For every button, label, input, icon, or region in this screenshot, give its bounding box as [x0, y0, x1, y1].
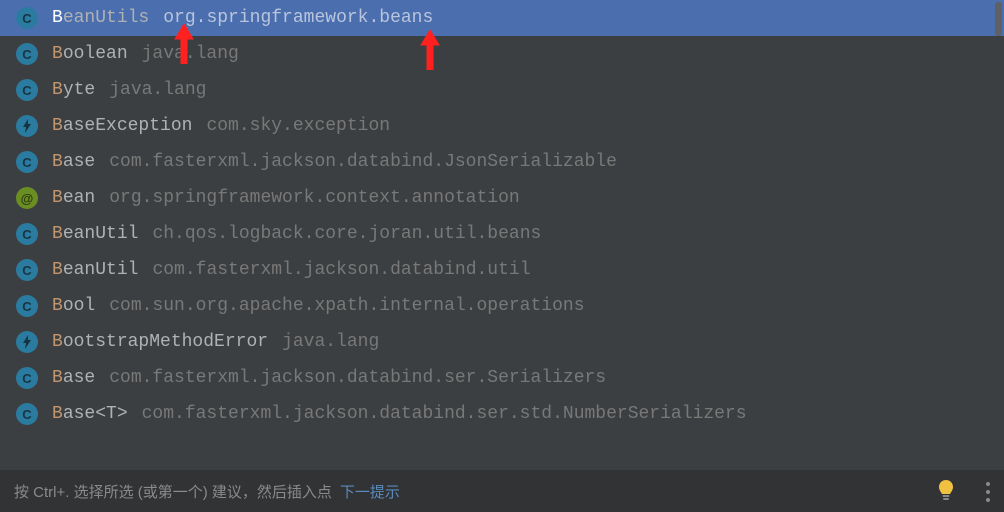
lightning-icon	[16, 115, 38, 137]
package-name: java.lang	[282, 332, 379, 352]
suggestion-row[interactable]: C BeanUtil ch.qos.logback.core.joran.util.…	[0, 216, 1004, 252]
suggestion-row[interactable]: C BeanUtils org.springframework.beans	[0, 0, 1004, 36]
package-name: java.lang	[142, 44, 239, 64]
light-bulb-icon[interactable]	[936, 479, 956, 503]
package-name: com.fasterxml.jackson.databind.util	[152, 260, 530, 280]
suggestion-row[interactable]: @ Bean org.springframework.context.annotat…	[0, 180, 1004, 216]
suggestions-list: C BeanUtils org.springframework.beans C Bool…	[0, 0, 1004, 470]
class-icon: C	[16, 79, 38, 101]
class-icon: C	[16, 403, 38, 425]
package-name: com.sky.exception	[206, 116, 390, 136]
suggestion-row[interactable]: C Bool com.sun.org.apache.xpath.internal.o…	[0, 288, 1004, 324]
class-name: Base	[52, 152, 95, 172]
class-icon: C	[16, 223, 38, 245]
package-name: java.lang	[109, 80, 206, 100]
package-name: com.fasterxml.jackson.databind.ser.std.N…	[142, 404, 747, 424]
suggestion-row[interactable]: C Boolean java.lang	[0, 36, 1004, 72]
class-icon: C	[16, 367, 38, 389]
more-menu-icon[interactable]	[986, 482, 990, 502]
annotation-icon: @	[16, 187, 38, 209]
lightning-icon	[16, 331, 38, 353]
package-name: ch.qos.logback.core.joran.util.beans	[152, 224, 541, 244]
suggestion-row[interactable]: BaseException com.sky.exception	[0, 108, 1004, 144]
class-name: BaseException	[52, 116, 192, 136]
hint-text: 按 Ctrl+. 选择所选 (或第一个) 建议，然后插入点	[14, 481, 332, 502]
hint-bar: 按 Ctrl+. 选择所选 (或第一个) 建议，然后插入点 下一提示	[0, 470, 1004, 512]
next-hint-link[interactable]: 下一提示	[340, 481, 400, 502]
class-icon: C	[16, 151, 38, 173]
suggestion-row[interactable]: C Base com.fasterxml.jackson.databind.ser.…	[0, 360, 1004, 396]
package-name: com.sun.org.apache.xpath.internal.operat…	[109, 296, 584, 316]
package-name: com.fasterxml.jackson.databind.ser.Seria…	[109, 368, 606, 388]
class-name: BeanUtils	[52, 8, 149, 28]
class-name: BeanUtil	[52, 224, 138, 244]
class-name: Boolean	[52, 44, 128, 64]
class-name: BeanUtil	[52, 260, 138, 280]
scrollbar[interactable]	[995, 2, 1002, 36]
class-icon: C	[16, 259, 38, 281]
suggestion-row[interactable]: BootstrapMethodError java.lang	[0, 324, 1004, 360]
class-name: BootstrapMethodError	[52, 332, 268, 352]
class-icon: C	[16, 7, 38, 29]
class-icon: C	[16, 295, 38, 317]
class-name: Bean	[52, 188, 95, 208]
package-name: com.fasterxml.jackson.databind.JsonSeria…	[109, 152, 617, 172]
suggestion-row[interactable]: C Base<T> com.fasterxml.jackson.databind.s…	[0, 396, 1004, 432]
suggestion-row[interactable]: C Byte java.lang	[0, 72, 1004, 108]
class-name: Byte	[52, 80, 95, 100]
package-name: org.springframework.context.annotation	[109, 188, 519, 208]
class-icon: C	[16, 43, 38, 65]
suggestion-row[interactable]: C BeanUtil com.fasterxml.jackson.databind.…	[0, 252, 1004, 288]
class-name: Base	[52, 368, 95, 388]
class-name: Base<T>	[52, 404, 128, 424]
package-name: org.springframework.beans	[163, 8, 433, 28]
suggestion-row[interactable]: C Base com.fasterxml.jackson.databind.Json…	[0, 144, 1004, 180]
class-name: Bool	[52, 296, 95, 316]
